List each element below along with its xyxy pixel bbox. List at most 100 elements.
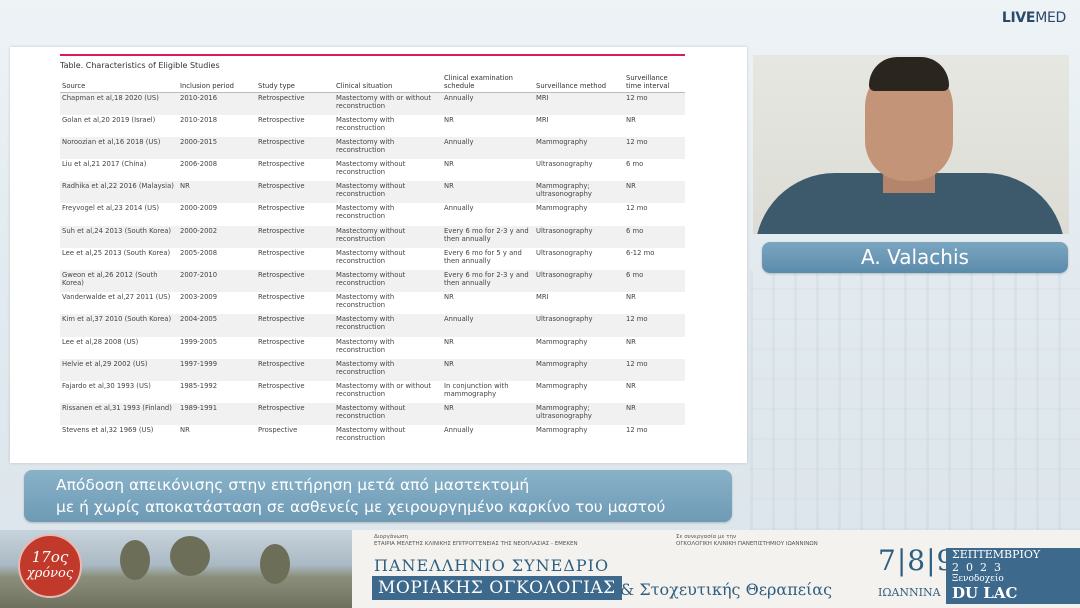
conference-title-line-3: & Στοχευτικής Θεραπείας (620, 580, 833, 599)
table-cell: Mastectomy with reconstruction (334, 203, 442, 226)
table-cell: Mastectomy with reconstruction (334, 358, 442, 381)
table-row: Stevens et al,32 1969 (US) NR Prospective M… (60, 425, 685, 448)
table-cell: NR (624, 380, 685, 404)
table-row: Freyvogel et al,23 2014 (US) 2000-2009 Ret… (60, 203, 685, 226)
table-row: Gweon et al,26 2012 (South Korea) 2007-20… (60, 270, 685, 293)
column-header: Clinical situation (334, 74, 442, 93)
table-cell: Mastectomy with reconstruction (334, 114, 442, 137)
table-cell: Rissanen et al,31 1993 (Finland) (60, 403, 178, 426)
table-cell: NR (442, 181, 534, 204)
table-cell: Ultrasonography (534, 159, 624, 182)
table-cell: Radhika et al,22 2016 (Malaysia) (60, 181, 178, 204)
table-cell: Mastectomy without reconstruction (334, 181, 442, 204)
table-header-row: Source Inclusion period Study type Clinical… (60, 74, 685, 93)
table-cell: Mastectomy with reconstruction (334, 136, 442, 160)
table-cell: Mammography; ultrasonography (534, 181, 624, 204)
column-header: Source (60, 74, 178, 93)
table-cell: Mastectomy with reconstruction (334, 292, 442, 315)
table-cell: NR (442, 403, 534, 426)
table-cell: Every 6 mo for 2-3 y and then annually (442, 225, 534, 248)
table-row: Suh et al,24 2013 (South Korea) 2000-2002… (60, 225, 685, 248)
table-cell: Fajardo et al,30 1993 (US) (60, 380, 178, 404)
table-cell: Annually (442, 425, 534, 448)
table-cell: Gweon et al,26 2012 (South Korea) (60, 270, 178, 293)
table-cell: Retrospective (256, 92, 334, 115)
table-cell: Every 6 mo for 2-3 y and then annually (442, 270, 534, 293)
table-cell: MRI (534, 92, 624, 115)
table-cell: Ultrasonography (534, 247, 624, 270)
table-cell: Retrospective (256, 159, 334, 182)
lake-photo: 17ος χρόνος (0, 530, 352, 608)
partner-info: Σε συνεργασία με την ΟΓΚΟΛΟΓΙΚΗ ΚΛΙΝΙΚΗ … (676, 534, 818, 547)
table-cell: 1997-1999 (178, 358, 256, 381)
table-cell: Noroozian et al,16 2018 (US) (60, 136, 178, 160)
conference-city: ΙΩΑΝΝΙΝΑ (878, 586, 941, 599)
table-cell: Helvie et al,29 2002 (US) (60, 358, 178, 381)
table-row: Lee et al,25 2013 (South Korea) 2005-2008… (60, 247, 685, 270)
table-cell: 12 mo (624, 314, 685, 337)
table-cell: NR (442, 336, 534, 359)
table-cell: NR (624, 181, 685, 204)
table-title: Table. Characteristics of Eligible Studi… (60, 61, 220, 70)
conference-title-line-1: ΠΑΝΕΛΛΗΝΙΟ ΣΥΝΕΔΡΙΟ (374, 556, 610, 575)
table-cell: Chapman et al,18 2020 (US) (60, 92, 178, 115)
table-cell: Annually (442, 203, 534, 226)
table-row: Liu et al,21 2017 (China) 2006-2008 Retros… (60, 159, 685, 182)
caption-line-2: με ή χωρίς αποκατάσταση σε ασθενείς με χ… (56, 498, 666, 516)
column-header: Inclusion period (178, 74, 256, 93)
table-cell: Mastectomy without reconstruction (334, 425, 442, 448)
column-header: Surveillance time interval (624, 74, 685, 93)
studies-table: Source Inclusion period Study type Clinical… (60, 74, 685, 448)
column-header: Surveillance method (534, 74, 624, 93)
table-cell: NR (442, 358, 534, 381)
table-cell: Mastectomy without reconstruction (334, 225, 442, 248)
table-cell: Mastectomy with or without reconstructio… (334, 380, 442, 404)
table-cell: Annually (442, 314, 534, 337)
table-cell: Ultrasonography (534, 314, 624, 337)
caption-line-1: Απόδοση απεικόνισης στην επιτήρηση μετά … (56, 476, 530, 494)
table-cell: 2010-2016 (178, 92, 256, 115)
table-cell: NR (442, 159, 534, 182)
tree-shape (260, 544, 290, 584)
tree-shape (120, 540, 150, 580)
speaker-hair (869, 57, 949, 91)
table-cell: Ultrasonography (534, 225, 624, 248)
table-cell: Stevens et al,32 1969 (US) (60, 425, 178, 448)
speaker-name-bar: A. Valachis (762, 242, 1068, 273)
table-cell: 12 mo (624, 92, 685, 115)
table-cell: Liu et al,21 2017 (China) (60, 159, 178, 182)
table-cell: 12 mo (624, 203, 685, 226)
title-rule (60, 54, 685, 56)
table-cell: NR (624, 336, 685, 359)
table-cell: Mastectomy with or without reconstructio… (334, 92, 442, 115)
table-cell: Annually (442, 92, 534, 115)
table-cell: 6 mo (624, 225, 685, 248)
table-cell: Suh et al,24 2013 (South Korea) (60, 225, 178, 248)
table-cell: 2000-2002 (178, 225, 256, 248)
table-cell: NR (624, 114, 685, 137)
table-cell: NR (624, 292, 685, 315)
presentation-slide: Table. Characteristics of Eligible Studi… (10, 47, 747, 463)
table-row: Vanderwalde et al,27 2011 (US) 2003-2009 R… (60, 292, 685, 315)
table-cell: Mammography (534, 336, 624, 359)
background-decoration (750, 270, 1080, 530)
table-cell: 2005-2008 (178, 247, 256, 270)
table-cell: MRI (534, 114, 624, 137)
table-row: Lee et al,28 2008 (US) 1999-2005 Retrospec… (60, 336, 685, 359)
table-row: Rissanen et al,31 1993 (Finland) 1989-199… (60, 403, 685, 426)
table-container: Table. Characteristics of Eligible Studi… (60, 54, 685, 448)
table-cell: Golan et al,20 2019 (Israel) (60, 114, 178, 137)
tree-shape (170, 536, 210, 576)
table-cell: 1999-2005 (178, 336, 256, 359)
table-cell: Freyvogel et al,23 2014 (US) (60, 203, 178, 226)
column-header: Study type (256, 74, 334, 93)
table-row: Chapman et al,18 2020 (US) 2010-2016 Retro… (60, 92, 685, 115)
table-cell: NR (442, 114, 534, 137)
conference-dates: 7|8|9 (878, 544, 956, 577)
table-row: Radhika et al,22 2016 (Malaysia) NR Retros… (60, 181, 685, 204)
conference-banner: 17ος χρόνος Διοργάνωση ΕΤΑΙΡΙΑ ΜΕΛΕΤΗΣ Κ… (0, 530, 1080, 608)
table-cell: Mastectomy with reconstruction (334, 314, 442, 337)
table-cell: Retrospective (256, 336, 334, 359)
table-cell: Retrospective (256, 136, 334, 160)
table-cell: In conjunction with mammography (442, 380, 534, 404)
